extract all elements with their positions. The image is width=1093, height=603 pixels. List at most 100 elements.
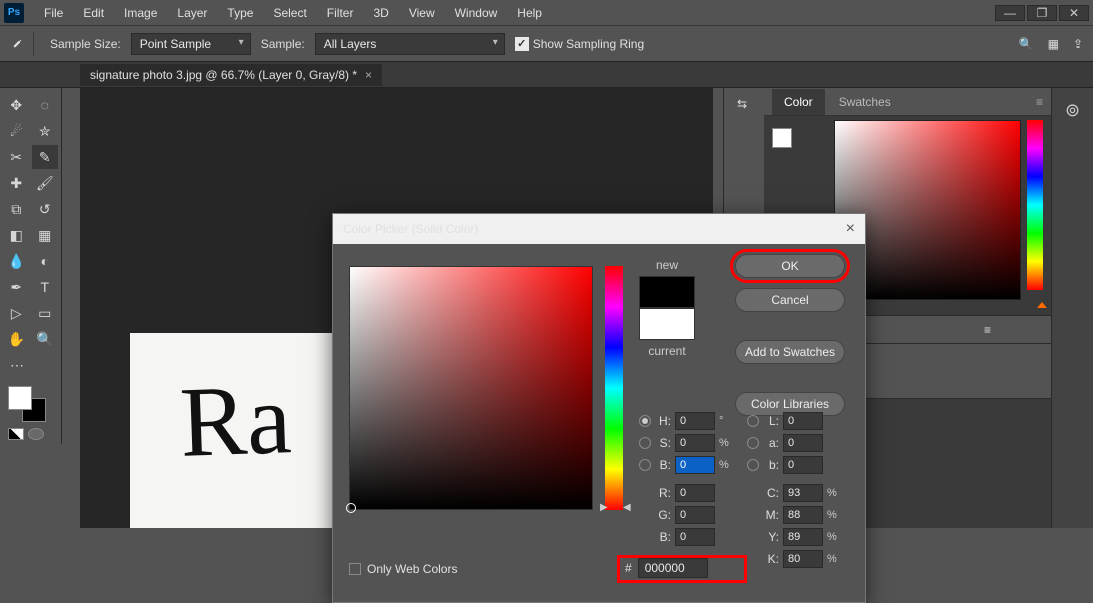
blur-tool-icon[interactable]: 💧 — [3, 249, 30, 273]
quick-mask-icon[interactable] — [28, 428, 44, 440]
eraser-tool-icon[interactable]: ◧ — [3, 223, 30, 247]
y-input[interactable]: 89 — [783, 528, 823, 546]
share-icon[interactable]: ⇪ — [1073, 37, 1083, 51]
marquee-tool-icon[interactable]: ◌ — [32, 93, 59, 117]
shape-tool-icon[interactable]: ▭ — [32, 301, 59, 325]
only-web-colors-checkbox[interactable] — [349, 563, 361, 575]
document-tab[interactable]: signature photo 3.jpg @ 66.7% (Layer 0, … — [80, 64, 382, 86]
hand-tool-icon[interactable]: ✋ — [3, 327, 30, 351]
ok-button[interactable]: OK — [735, 254, 845, 278]
b-input[interactable]: 0 — [675, 456, 715, 474]
l-input[interactable]: 0 — [783, 412, 823, 430]
c-label: C: — [763, 486, 779, 500]
panel-menu-icon[interactable]: ≡ — [984, 323, 991, 337]
workspace-icon[interactable]: ▦ — [1048, 37, 1059, 51]
zoom-tool-icon[interactable]: 🔍 — [32, 327, 59, 351]
radio-l[interactable] — [747, 415, 759, 427]
h-label: H: — [655, 414, 671, 428]
menu-filter[interactable]: Filter — [317, 2, 364, 24]
s-label: S: — [655, 436, 671, 450]
brush-tool-icon[interactable]: 🖌 — [32, 171, 59, 195]
extra-tool-icon[interactable]: ⋯ — [3, 353, 31, 377]
color-panel-fg-swatch[interactable] — [772, 128, 792, 148]
radio-a[interactable] — [747, 437, 759, 449]
quick-select-tool-icon[interactable]: ✮ — [32, 119, 59, 143]
lasso-tool-icon[interactable]: ☄ — [3, 119, 30, 143]
eyedropper-tool-icon[interactable]: ✎ — [32, 145, 59, 169]
foreground-color-swatch[interactable] — [8, 386, 32, 410]
a-label: a: — [763, 436, 779, 450]
cc-libraries-icon[interactable]: ⊚ — [1065, 100, 1080, 121]
move-tool-icon[interactable]: ✥ — [3, 93, 30, 117]
history-brush-tool-icon[interactable]: ↺ — [32, 197, 59, 221]
hue-slider[interactable] — [605, 266, 623, 510]
new-color-label: new — [639, 258, 695, 272]
tab-color[interactable]: Color — [772, 89, 825, 115]
panel-collapse-icon[interactable]: ⇆ — [724, 94, 760, 114]
search-icon[interactable]: 🔍 — [1019, 37, 1034, 51]
show-sampling-ring-checkbox[interactable]: ✓ — [515, 37, 529, 51]
fg-bg-swatches[interactable] — [2, 384, 58, 424]
y-unit: % — [827, 531, 841, 543]
bl-input[interactable]: 0 — [783, 456, 823, 474]
menu-image[interactable]: Image — [114, 2, 167, 24]
menu-type[interactable]: Type — [217, 2, 263, 24]
type-tool-icon[interactable]: T — [32, 275, 59, 299]
hex-hash-label: # — [625, 561, 632, 575]
color-panel-hue-slider[interactable] — [1027, 120, 1043, 290]
window-minimize-icon[interactable]: — — [995, 5, 1025, 21]
toolbox: ✥◌ ☄✮ ✂✎ ✚🖌 ⧉↺ ◧▦ 💧◐ ✒T ▷▭ ✋🔍 ⋯ — [0, 88, 62, 444]
m-label: M: — [763, 508, 779, 522]
menu-select[interactable]: Select — [263, 2, 316, 24]
a-input[interactable]: 0 — [783, 434, 823, 452]
menu-help[interactable]: Help — [507, 2, 552, 24]
sample-label: Sample: — [261, 37, 305, 51]
sample-dropdown[interactable]: All Layers — [315, 33, 505, 55]
path-select-tool-icon[interactable]: ▷ — [3, 301, 30, 325]
eyedropper-tool-icon[interactable] — [10, 32, 34, 56]
hex-input[interactable]: 000000 — [638, 558, 708, 578]
radio-b[interactable] — [639, 459, 651, 471]
menu-layer[interactable]: Layer — [167, 2, 217, 24]
default-colors-icon[interactable] — [8, 428, 24, 440]
show-sampling-ring-label: Show Sampling Ring — [533, 37, 644, 51]
window-restore-icon[interactable]: ❐ — [1027, 5, 1057, 21]
window-close-icon[interactable]: ✕ — [1059, 5, 1089, 21]
panel-menu-icon[interactable]: ≡ — [1036, 95, 1043, 109]
k-input[interactable]: 80 — [783, 550, 823, 568]
pen-tool-icon[interactable]: ✒ — [3, 275, 30, 299]
dialog-close-icon[interactable]: × — [846, 220, 855, 238]
gradient-tool-icon[interactable]: ▦ — [32, 223, 59, 247]
b-unit: % — [719, 459, 733, 471]
radio-h[interactable] — [639, 415, 651, 427]
crop-tool-icon[interactable]: ✂ — [3, 145, 30, 169]
r-input[interactable]: 0 — [675, 484, 715, 502]
dialog-titlebar[interactable]: Color Picker (Solid Color) × — [333, 214, 865, 244]
options-bar: Sample Size: Point Sample Sample: All La… — [0, 26, 1093, 62]
add-to-swatches-button[interactable]: Add to Swatches — [735, 340, 845, 364]
menu-file[interactable]: File — [34, 2, 73, 24]
menu-window[interactable]: Window — [445, 2, 508, 24]
tab-swatches[interactable]: Swatches — [827, 89, 903, 115]
menu-3d[interactable]: 3D — [363, 2, 398, 24]
stamp-tool-icon[interactable]: ⧉ — [3, 197, 30, 221]
c-input[interactable]: 93 — [783, 484, 823, 502]
radio-s[interactable] — [639, 437, 651, 449]
menu-edit[interactable]: Edit — [73, 2, 114, 24]
current-color-swatch[interactable] — [639, 308, 695, 340]
hue-pointer-left-icon: ▶ — [600, 502, 608, 513]
radio-bl[interactable] — [747, 459, 759, 471]
document-tab-close-icon[interactable]: × — [365, 68, 372, 82]
s-input[interactable]: 0 — [675, 434, 715, 452]
m-input[interactable]: 88 — [783, 506, 823, 524]
g-input[interactable]: 0 — [675, 506, 715, 524]
menu-view[interactable]: View — [399, 2, 445, 24]
dodge-tool-icon[interactable]: ◐ — [32, 249, 59, 273]
cancel-button[interactable]: Cancel — [735, 288, 845, 312]
heal-tool-icon[interactable]: ✚ — [3, 171, 30, 195]
dialog-title: Color Picker (Solid Color) — [343, 222, 478, 236]
bc-input[interactable]: 0 — [675, 528, 715, 546]
sample-size-dropdown[interactable]: Point Sample — [131, 33, 251, 55]
h-input[interactable]: 0 — [675, 412, 715, 430]
saturation-brightness-field[interactable] — [349, 266, 593, 510]
